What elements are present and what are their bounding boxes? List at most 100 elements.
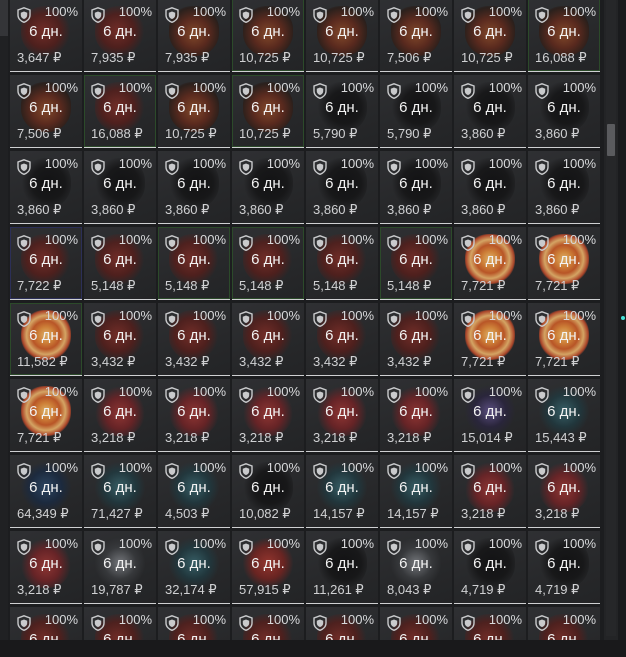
item-cell[interactable]: 100% 6 дн. 5,148 ₽ bbox=[232, 227, 304, 300]
item-cell[interactable]: 100% 6 дн. 4,719 ₽ bbox=[454, 531, 526, 604]
item-cell[interactable]: 100% 6 дн. 3,432 ₽ bbox=[158, 303, 230, 376]
item-cell[interactable]: 100% 6 дн. 3,860 ₽ bbox=[84, 151, 156, 224]
item-cell[interactable]: 100% 6 дн. 3,860 ₽ bbox=[528, 151, 600, 224]
shield-icon bbox=[387, 159, 401, 176]
item-cell[interactable]: 100% 6 дн. bbox=[306, 607, 378, 640]
item-cell[interactable]: 100% 6 дн. 16,088 ₽ bbox=[528, 0, 600, 72]
item-cell[interactable]: 100% 6 дн. 3,860 ₽ bbox=[380, 151, 452, 224]
item-cell[interactable]: 100% 6 дн. bbox=[158, 607, 230, 640]
shield-icon bbox=[387, 7, 401, 24]
item-cell[interactable]: 100% 6 дн. 7,935 ₽ bbox=[84, 0, 156, 72]
currency-symbol: ₽ bbox=[208, 126, 217, 141]
item-cell[interactable]: 100% 6 дн. 5,148 ₽ bbox=[84, 227, 156, 300]
item-cell[interactable]: 100% 6 дн. 3,218 ₽ bbox=[454, 455, 526, 528]
item-cell[interactable]: 100% 6 дн. 3,432 ₽ bbox=[84, 303, 156, 376]
item-cell[interactable]: 100% 6 дн. bbox=[454, 607, 526, 640]
scrollbar[interactable] bbox=[604, 0, 618, 640]
shield-icon bbox=[239, 387, 253, 404]
item-cell[interactable]: 100% 6 дн. 3,218 ₽ bbox=[306, 379, 378, 452]
currency-symbol: ₽ bbox=[53, 126, 62, 141]
item-cell[interactable]: 100% 6 дн. 5,148 ₽ bbox=[158, 227, 230, 300]
item-cell[interactable]: 100% 6 дн. 10,082 ₽ bbox=[232, 455, 304, 528]
item-cell[interactable]: 100% 6 дн. 3,860 ₽ bbox=[454, 151, 526, 224]
item-cell[interactable]: 100% 6 дн. 5,148 ₽ bbox=[306, 227, 378, 300]
item-cell[interactable]: 100% 6 дн. 5,790 ₽ bbox=[380, 75, 452, 148]
currency-symbol: ₽ bbox=[423, 202, 432, 217]
item-cell[interactable]: 100% 6 дн. 3,860 ₽ bbox=[232, 151, 304, 224]
condition-percent: 100% bbox=[562, 612, 596, 627]
item-cell[interactable]: 100% 6 дн. 3,432 ₽ bbox=[380, 303, 452, 376]
item-cell[interactable]: 100% 6 дн. 3,218 ₽ bbox=[10, 531, 82, 604]
rental-days: 6 дн. bbox=[251, 479, 285, 496]
item-cell[interactable]: 100% 6 дн. 11,582 ₽ bbox=[10, 303, 82, 376]
item-cell[interactable]: 100% 6 дн. 3,860 ₽ bbox=[306, 151, 378, 224]
item-cell[interactable]: 100% 6 дн. 3,218 ₽ bbox=[380, 379, 452, 452]
rental-days: 6 дн. bbox=[325, 479, 359, 496]
item-cell[interactable]: 100% 6 дн. 7,721 ₽ bbox=[10, 379, 82, 452]
item-cell[interactable]: 100% 6 дн. 10,725 ₽ bbox=[232, 75, 304, 148]
currency-symbol: ₽ bbox=[349, 126, 358, 141]
item-cell[interactable]: 100% 6 дн. 7,935 ₽ bbox=[158, 0, 230, 72]
item-cell[interactable]: 100% 6 дн. 14,157 ₽ bbox=[380, 455, 452, 528]
item-cell[interactable]: 100% 6 дн. 10,725 ₽ bbox=[158, 75, 230, 148]
item-cell[interactable]: 100% 6 дн. 3,860 ₽ bbox=[158, 151, 230, 224]
item-cell[interactable]: 100% 6 дн. 3,432 ₽ bbox=[232, 303, 304, 376]
rental-days: 6 дн. bbox=[103, 23, 137, 40]
item-cell[interactable]: 100% 6 дн. 3,218 ₽ bbox=[232, 379, 304, 452]
item-cell[interactable]: 100% 6 дн. 4,503 ₽ bbox=[158, 455, 230, 528]
item-cell[interactable]: 100% 6 дн. 10,725 ₽ bbox=[306, 0, 378, 72]
item-price: 3,218 ₽ bbox=[313, 430, 358, 445]
item-price: 3,860 ₽ bbox=[535, 126, 580, 141]
item-cell[interactable]: 100% 6 дн. 5,148 ₽ bbox=[380, 227, 452, 300]
item-cell[interactable]: 100% 6 дн. 71,427 ₽ bbox=[84, 455, 156, 528]
item-cell[interactable]: 100% 6 дн. 7,721 ₽ bbox=[454, 227, 526, 300]
rental-days: 6 дн. bbox=[103, 403, 137, 420]
item-cell[interactable]: 100% 6 дн. 11,261 ₽ bbox=[306, 531, 378, 604]
shield-icon bbox=[313, 7, 327, 24]
item-cell[interactable]: 100% 6 дн. 3,860 ₽ bbox=[454, 75, 526, 148]
item-cell[interactable]: 100% 6 дн. 3,860 ₽ bbox=[528, 75, 600, 148]
item-cell[interactable]: 100% 6 дн. bbox=[380, 607, 452, 640]
currency-symbol: ₽ bbox=[59, 354, 68, 369]
item-cell[interactable]: 100% 6 дн. 64,349 ₽ bbox=[10, 455, 82, 528]
currency-symbol: ₽ bbox=[571, 354, 580, 369]
item-cell[interactable]: 100% 6 дн. 7,506 ₽ bbox=[10, 75, 82, 148]
shield-icon bbox=[535, 463, 549, 480]
item-cell[interactable]: 100% 6 дн. 3,218 ₽ bbox=[528, 455, 600, 528]
item-cell[interactable]: 100% 6 дн. 57,915 ₽ bbox=[232, 531, 304, 604]
item-cell[interactable]: 100% 6 дн. 19,787 ₽ bbox=[84, 531, 156, 604]
item-cell[interactable]: 100% 6 дн. 7,506 ₽ bbox=[380, 0, 452, 72]
item-cell[interactable]: 100% 6 дн. 7,721 ₽ bbox=[528, 227, 600, 300]
rental-days: 6 дн. bbox=[103, 479, 137, 496]
item-cell[interactable]: 100% 6 дн. 7,721 ₽ bbox=[528, 303, 600, 376]
item-cell[interactable]: 100% 6 дн. 15,443 ₽ bbox=[528, 379, 600, 452]
item-cell[interactable]: 100% 6 дн. 3,647 ₽ bbox=[10, 0, 82, 72]
shield-icon bbox=[17, 83, 31, 100]
condition-percent: 100% bbox=[192, 308, 226, 323]
item-price: 3,218 ₽ bbox=[461, 506, 506, 521]
item-cell[interactable]: 100% 6 дн. 10,725 ₽ bbox=[454, 0, 526, 72]
item-cell[interactable]: 100% 6 дн. 16,088 ₽ bbox=[84, 75, 156, 148]
item-cell[interactable]: 100% 6 дн. 3,218 ₽ bbox=[158, 379, 230, 452]
item-cell[interactable]: 100% 6 дн. bbox=[84, 607, 156, 640]
item-price: 10,725 ₽ bbox=[461, 50, 513, 65]
currency-symbol: ₽ bbox=[497, 278, 506, 293]
item-cell[interactable]: 100% 6 дн. bbox=[232, 607, 304, 640]
item-cell[interactable]: 100% 6 дн. bbox=[528, 607, 600, 640]
item-cell[interactable]: 100% 6 дн. 3,432 ₽ bbox=[306, 303, 378, 376]
item-cell[interactable]: 100% 6 дн. 10,725 ₽ bbox=[232, 0, 304, 72]
item-cell[interactable]: 100% 6 дн. 3,860 ₽ bbox=[10, 151, 82, 224]
item-cell[interactable]: 100% 6 дн. bbox=[10, 607, 82, 640]
shield-icon bbox=[91, 159, 105, 176]
item-cell[interactable]: 100% 6 дн. 3,218 ₽ bbox=[84, 379, 156, 452]
item-cell[interactable]: 100% 6 дн. 7,722 ₽ bbox=[10, 227, 82, 300]
item-cell[interactable]: 100% 6 дн. 15,014 ₽ bbox=[454, 379, 526, 452]
item-cell[interactable]: 100% 6 дн. 4,719 ₽ bbox=[528, 531, 600, 604]
item-cell[interactable]: 100% 6 дн. 32,174 ₽ bbox=[158, 531, 230, 604]
item-cell[interactable]: 100% 6 дн. 7,721 ₽ bbox=[454, 303, 526, 376]
item-cell[interactable]: 100% 6 дн. 8,043 ₽ bbox=[380, 531, 452, 604]
item-cell[interactable]: 100% 6 дн. 14,157 ₽ bbox=[306, 455, 378, 528]
item-cell[interactable]: 100% 6 дн. 5,790 ₽ bbox=[306, 75, 378, 148]
scrollbar-track[interactable] bbox=[606, 0, 616, 636]
scrollbar-thumb[interactable] bbox=[607, 124, 615, 156]
